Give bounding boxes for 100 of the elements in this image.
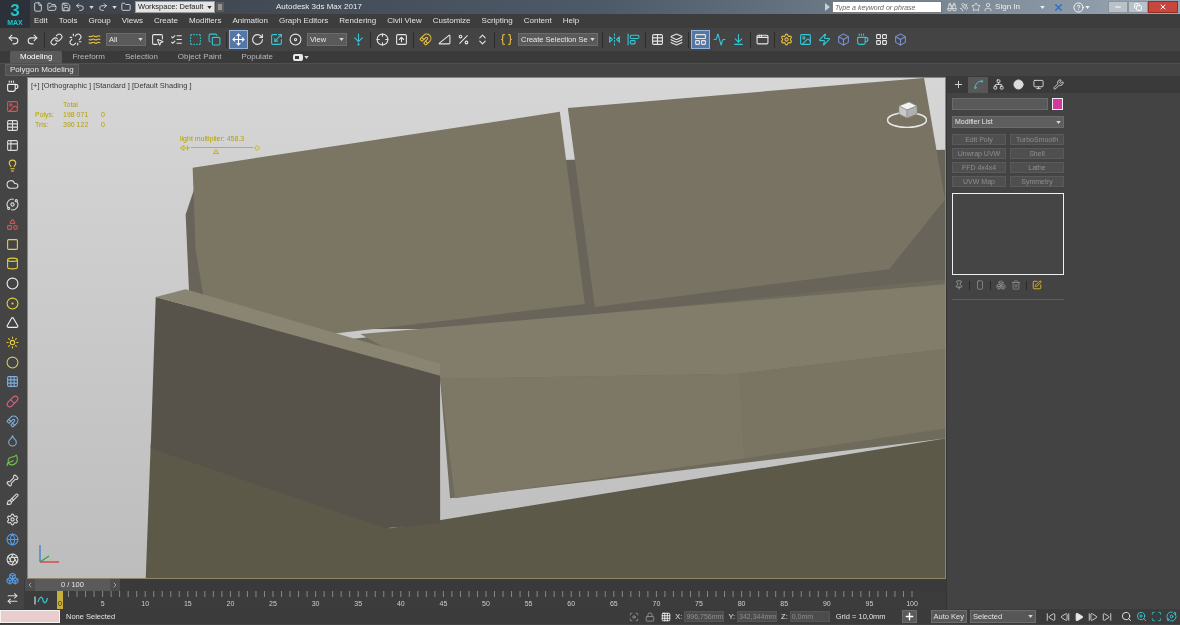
undo-icon[interactable] [75, 2, 85, 12]
grid-square-icon[interactable] [661, 611, 672, 622]
menu-item[interactable]: Tools [58, 16, 78, 26]
sun-icon[interactable] [5, 335, 19, 349]
cloud-icon[interactable] [5, 178, 19, 192]
menu-item[interactable]: Help [562, 16, 580, 26]
orbit-icon[interactable] [1166, 611, 1177, 622]
time-slider-marker[interactable] [57, 591, 63, 609]
pill-icon[interactable] [5, 395, 19, 408]
cube-icon [894, 33, 907, 46]
gear-icon[interactable] [5, 513, 19, 527]
picture-icon[interactable] [5, 99, 19, 113]
menu-item[interactable]: Views [121, 16, 143, 26]
scan-icon[interactable] [1151, 611, 1162, 622]
object-name-field[interactable] [952, 98, 1048, 110]
step-forward-icon[interactable] [1088, 611, 1098, 622]
menu-item[interactable]: Modifiers [188, 16, 222, 26]
move-button[interactable] [229, 30, 248, 49]
menu-item[interactable]: Group [88, 16, 111, 26]
menu-item[interactable]: Civil View [387, 16, 422, 26]
ribbon-panel-tab[interactable]: Polygon Modeling [5, 64, 79, 76]
grid-table-icon[interactable] [5, 139, 19, 153]
brush-icon[interactable] [5, 493, 19, 507]
folder-open-icon[interactable] [47, 2, 57, 12]
close-button[interactable] [1148, 1, 1178, 13]
triangle-icon[interactable] [5, 316, 19, 330]
crosshair-button[interactable] [373, 30, 392, 49]
aperture-icon[interactable] [5, 552, 19, 566]
new-file-icon[interactable] [33, 2, 43, 12]
mini-curve-editor-icon[interactable] [34, 595, 48, 605]
cup-icon[interactable] [5, 80, 19, 93]
menu-item[interactable]: Edit [34, 16, 48, 26]
caret-icon [1085, 5, 1090, 9]
trash-icon[interactable] [1011, 280, 1021, 290]
menu-item[interactable]: Scripting [481, 16, 513, 26]
boxes-icon[interactable] [996, 280, 1006, 290]
leaf-icon[interactable] [5, 454, 19, 468]
orbit-icon[interactable] [5, 198, 19, 212]
unlink-icon [69, 33, 82, 46]
lock-icon[interactable] [645, 611, 656, 622]
link-button[interactable] [47, 30, 66, 49]
maxscript-listener-field[interactable] [0, 610, 60, 623]
magnet-button[interactable] [416, 30, 435, 49]
play-icon[interactable] [1074, 611, 1084, 622]
square-icon[interactable] [5, 237, 19, 251]
restore-button[interactable] [1128, 1, 1148, 13]
command-panel-tab[interactable] [968, 76, 988, 93]
curve-button[interactable] [710, 30, 729, 49]
modifier-stack-list[interactable] [952, 193, 1064, 275]
grid-icon[interactable] [5, 375, 19, 389]
caret-icon [339, 38, 344, 41]
caret-icon [112, 5, 117, 9]
focus-icon[interactable] [629, 611, 640, 622]
curve-icon [972, 79, 984, 90]
step-back-icon[interactable] [1060, 611, 1070, 622]
boxes-icon[interactable] [5, 572, 19, 586]
overlapping-squares-button[interactable] [205, 30, 224, 49]
plus-button[interactable] [901, 610, 917, 623]
layers-button[interactable] [667, 30, 686, 49]
skip-forward-icon[interactable] [1102, 611, 1112, 622]
circle-icon[interactable] [5, 355, 19, 369]
next-frame-button[interactable] [110, 579, 120, 591]
swap-icon[interactable] [5, 591, 19, 605]
view-cube-icon[interactable] [887, 98, 927, 128]
wrench-icon [1052, 79, 1064, 90]
circle-dot-icon[interactable] [5, 296, 19, 310]
globe-icon[interactable] [5, 532, 19, 546]
disc-button[interactable] [286, 30, 305, 49]
zoom-in-icon[interactable] [1136, 611, 1147, 622]
expand-arrow-icon[interactable] [825, 3, 831, 11]
bone-icon[interactable] [5, 473, 19, 487]
toggle-icon[interactable] [293, 54, 303, 61]
table-icon[interactable] [5, 119, 19, 133]
ribbon-tab[interactable]: Modeling [10, 51, 63, 63]
rectangle-icon[interactable] [975, 280, 985, 290]
menu-item[interactable]: Create [153, 16, 178, 26]
redo-icon[interactable] [98, 2, 108, 12]
slider-thumb[interactable] [213, 149, 220, 154]
cylinder-icon[interactable] [5, 257, 19, 271]
previous-frame-button[interactable] [25, 579, 35, 591]
search-icon[interactable] [1121, 611, 1132, 622]
magnet-icon[interactable] [5, 414, 19, 428]
menu-item[interactable]: Content [523, 16, 552, 26]
align-button[interactable] [624, 30, 643, 49]
droplet-icon[interactable] [5, 434, 19, 448]
menu-item[interactable]: Rendering [339, 16, 377, 26]
object-color-swatch[interactable] [1052, 98, 1063, 110]
star-icon[interactable] [971, 2, 982, 12]
skip-back-icon[interactable] [1046, 611, 1056, 622]
pin-icon[interactable] [954, 280, 964, 290]
panel-layout-button[interactable] [691, 30, 710, 49]
menu-item[interactable]: Graph Editors [278, 16, 329, 26]
shapes-icon[interactable] [5, 217, 19, 231]
caret-icon [138, 38, 143, 41]
menu-item[interactable]: Customize [432, 16, 471, 26]
save-icon[interactable] [61, 2, 71, 12]
menu-item[interactable]: Animation [232, 16, 268, 26]
folder-icon[interactable] [121, 2, 131, 12]
edit-square-icon[interactable] [1032, 280, 1042, 290]
light-multiplier-slider[interactable] [191, 147, 253, 154]
